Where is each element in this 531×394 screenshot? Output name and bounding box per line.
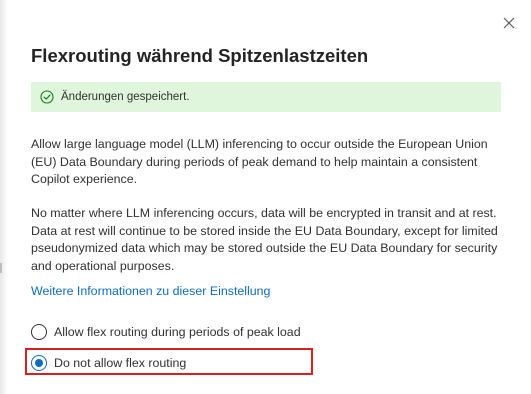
panel-title: Flexrouting während Spitzenlastzeiten (31, 45, 369, 66)
edge-marker (0, 263, 2, 273)
radio-button-checked[interactable] (31, 355, 47, 371)
close-button[interactable] (498, 14, 520, 36)
radio-label-allow: Allow flex routing during periods of pea… (54, 325, 301, 339)
close-icon (503, 16, 515, 34)
radio-button-unchecked[interactable] (31, 324, 47, 340)
success-message-text: Änderungen gespeichert. (61, 91, 190, 103)
panel-left-edge (0, 0, 8, 394)
learn-more-link[interactable]: Weitere Informationen zu dieser Einstell… (31, 284, 270, 298)
description-paragraph-1: Allow large language model (LLM) inferen… (31, 137, 488, 187)
radio-option-do-not-allow-flex-routing[interactable]: Do not allow flex routing (31, 353, 186, 373)
radio-selected-dot (35, 359, 43, 367)
radio-option-allow-flex-routing[interactable]: Allow flex routing during periods of pea… (31, 322, 301, 342)
checkmark-circle-icon (40, 90, 54, 104)
radio-label-do-not-allow: Do not allow flex routing (54, 356, 187, 370)
success-message-bar: Änderungen gespeichert. (31, 82, 501, 112)
settings-panel: Flexrouting während Spitzenlastzeiten Än… (0, 0, 531, 394)
description-paragraph-2: No matter where LLM inferencing occurs, … (31, 206, 498, 274)
